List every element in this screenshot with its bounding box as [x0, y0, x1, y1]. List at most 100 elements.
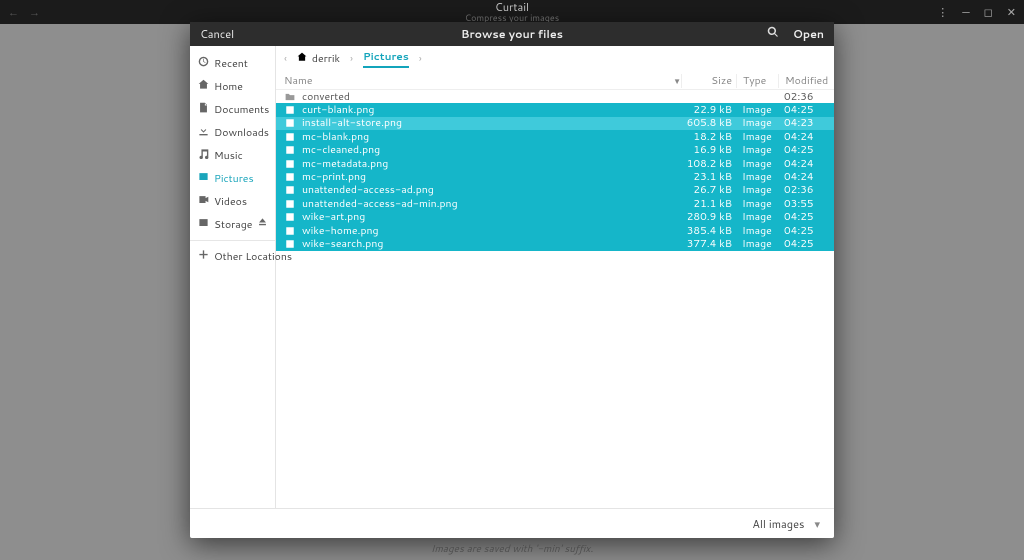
column-headers[interactable]: Name ▼ Size Type Modified [276, 72, 834, 90]
hint-text: Images are saved with '-min' suffix. [0, 542, 1024, 556]
file-row[interactable]: install-alt-store.png605.8 kBImage04:23 [276, 117, 834, 130]
file-row[interactable]: unattended-access-ad-min.png21.1 kBImage… [276, 197, 834, 210]
search-icon[interactable] [767, 26, 779, 42]
file-type: Image [736, 197, 778, 211]
sidebar-item-recent[interactable]: Recent [190, 52, 275, 75]
file-modified: 04:25 [778, 237, 826, 251]
image-file-icon [284, 212, 296, 222]
file-modified: 04:25 [778, 103, 826, 117]
chevron-down-icon[interactable]: ▾ [814, 516, 820, 532]
file-row[interactable]: wike-search.png377.4 kBImage04:25 [276, 237, 834, 250]
dialog-header: Cancel Browse your files Open [190, 22, 834, 46]
file-name: curt-blank.png [302, 103, 681, 117]
cancel-button[interactable]: Cancel [200, 26, 234, 42]
col-size[interactable]: Size [681, 74, 736, 88]
download-icon [198, 125, 209, 140]
file-modified: 02:36 [778, 183, 826, 197]
home-icon [198, 79, 209, 94]
image-file-icon [284, 239, 296, 249]
eject-icon[interactable] [257, 217, 268, 232]
file-type: Image [736, 116, 778, 130]
file-modified: 04:24 [778, 157, 826, 171]
close-icon[interactable]: ✕ [1007, 4, 1016, 20]
sidebar-item-videos[interactable]: Videos [190, 190, 275, 213]
folder-row[interactable]: converted02:36 [276, 90, 834, 103]
file-modified: 04:24 [778, 130, 826, 144]
image-file-icon [284, 145, 296, 155]
sidebar-item-downloads[interactable]: Downloads [190, 121, 275, 144]
file-row[interactable]: unattended-access-ad.png26.7 kBImage02:3… [276, 184, 834, 197]
file-size: 23.1 kB [681, 170, 736, 184]
path-segment[interactable]: Pictures [363, 50, 409, 68]
places-sidebar: Recent Home Documents Downloads Music Picture… [190, 46, 276, 508]
menu-icon[interactable]: ⋮ [937, 4, 948, 20]
image-file-icon [284, 118, 296, 128]
clock-icon [198, 56, 209, 71]
file-size: 26.7 kB [681, 183, 736, 197]
file-modified: 04:24 [778, 170, 826, 184]
file-name: unattended-access-ad.png [302, 183, 681, 197]
image-file-icon [284, 132, 296, 142]
file-row[interactable]: mc-metadata.png108.2 kBImage04:24 [276, 157, 834, 170]
file-row[interactable]: mc-blank.png18.2 kBImage04:24 [276, 130, 834, 143]
minimize-icon[interactable]: — [962, 4, 969, 20]
file-type: Image [736, 130, 778, 144]
path-segment-label: Pictures [363, 50, 409, 64]
file-name: mc-cleaned.png [302, 143, 681, 157]
dialog-title: Browse your files [190, 26, 834, 42]
file-modified: 02:36 [778, 90, 826, 104]
file-type: Image [736, 183, 778, 197]
sidebar-item-other-locations[interactable]: Other Locations [190, 245, 275, 268]
sidebar-item-label: Music [214, 149, 243, 163]
file-row[interactable]: curt-blank.png22.9 kBImage04:25 [276, 103, 834, 116]
sidebar-item-music[interactable]: Music [190, 144, 275, 167]
file-row[interactable]: wike-home.png385.4 kBImage04:25 [276, 224, 834, 237]
file-type: Image [736, 170, 778, 184]
col-modified[interactable]: Modified [778, 74, 826, 88]
music-icon [198, 148, 209, 163]
image-file-icon [284, 105, 296, 115]
col-name[interactable]: Name [284, 74, 670, 88]
file-size: 22.9 kB [681, 103, 736, 117]
file-row[interactable]: mc-print.png23.1 kBImage04:24 [276, 170, 834, 183]
sidebar-item-home[interactable]: Home [190, 75, 275, 98]
path-segment-label: derrik [312, 52, 340, 66]
sidebar-item-label: Recent [214, 57, 248, 71]
sidebar-item-storage[interactable]: Storage [190, 213, 275, 236]
file-size: 108.2 kB [681, 157, 736, 171]
file-list[interactable]: converted02:36curt-blank.png22.9 kBImage… [276, 90, 834, 508]
col-type[interactable]: Type [736, 74, 778, 88]
file-size: 18.2 kB [681, 130, 736, 144]
folder-icon [284, 92, 296, 102]
file-type: Image [736, 224, 778, 238]
path-segment[interactable]: derrik [297, 52, 340, 66]
image-file-icon [284, 185, 296, 195]
forward-icon[interactable]: → [29, 4, 40, 20]
file-row[interactable]: mc-cleaned.png16.9 kBImage04:25 [276, 144, 834, 157]
file-type: Image [736, 143, 778, 157]
file-modified: 03:55 [778, 197, 826, 211]
back-icon[interactable]: ← [8, 4, 19, 20]
image-file-icon [284, 199, 296, 209]
sidebar-item-label: Documents [214, 103, 269, 117]
file-modified: 04:23 [778, 116, 826, 130]
sidebar-item-label: Videos [214, 195, 247, 209]
file-filter-dropdown[interactable]: All images [752, 516, 804, 532]
open-button[interactable]: Open [793, 26, 824, 42]
sidebar-item-label: Downloads [214, 126, 269, 140]
file-size: 16.9 kB [681, 143, 736, 157]
sidebar-item-documents[interactable]: Documents [190, 98, 275, 121]
home-icon [297, 52, 307, 66]
file-type: Image [736, 210, 778, 224]
file-size: 605.8 kB [681, 116, 736, 130]
maximize-icon[interactable]: ◻ [984, 4, 993, 20]
sidebar-item-label: Storage [214, 218, 252, 232]
sidebar-item-pictures[interactable]: Pictures [190, 167, 275, 190]
file-row[interactable]: wike-art.png280.9 kBImage04:25 [276, 211, 834, 224]
file-type: Image [736, 157, 778, 171]
path-forward-icon[interactable]: › [419, 52, 422, 66]
file-name: install-alt-store.png [302, 116, 681, 130]
plus-icon [198, 249, 209, 264]
path-back-icon[interactable]: ‹ [284, 52, 287, 66]
file-name: mc-print.png [302, 170, 681, 184]
